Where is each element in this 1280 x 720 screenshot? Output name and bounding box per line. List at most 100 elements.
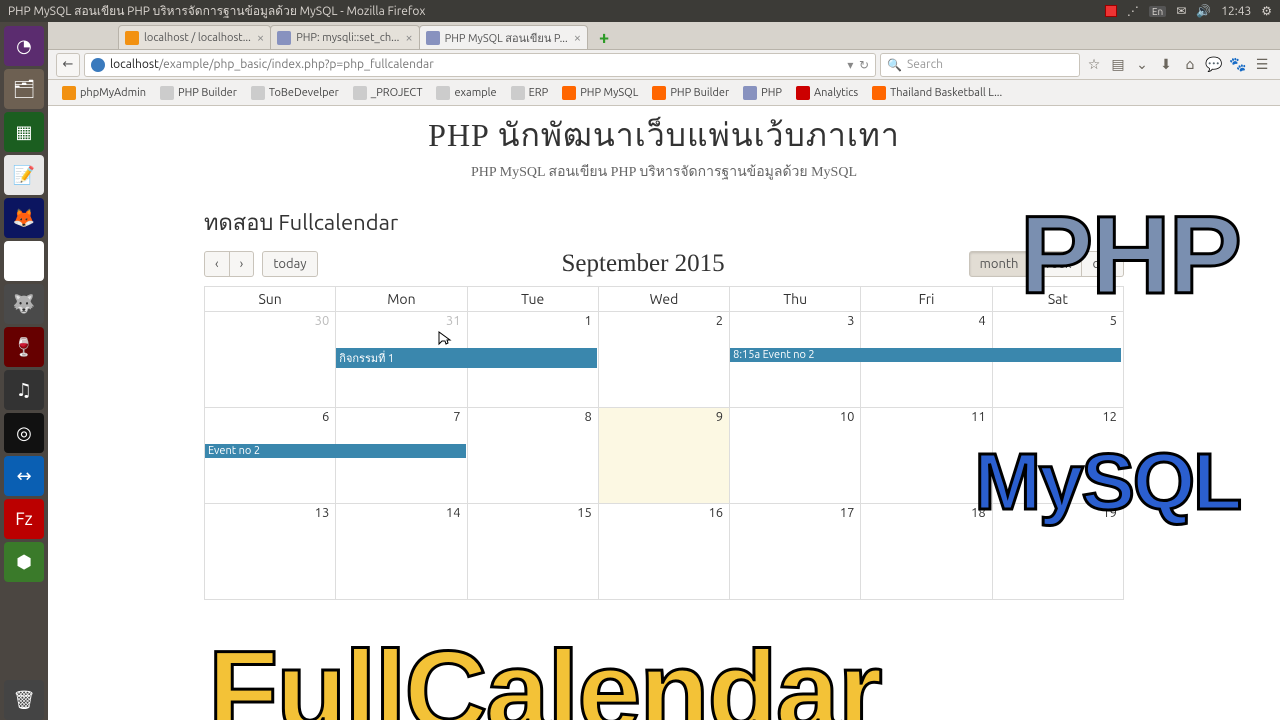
browser-tab[interactable]: PHP: mysqli::set_ch...×	[270, 25, 419, 49]
reader-icon[interactable]: ▤	[1108, 55, 1128, 75]
toolbar: ← localhost/example/php_basic/index.php?…	[48, 50, 1280, 80]
calendar-cell[interactable]: 6Event no 2	[205, 408, 336, 504]
close-tab-icon[interactable]: ×	[574, 31, 581, 45]
search-box[interactable]: 🔍 Search	[880, 53, 1080, 77]
calendar-cell[interactable]: 30	[205, 312, 336, 408]
bookmark-item[interactable]: PHP Builder	[646, 84, 735, 102]
chrome-icon[interactable]: ◉	[4, 241, 44, 281]
record-icon[interactable]	[1105, 5, 1117, 17]
gimp-icon[interactable]: 🐺	[4, 284, 44, 324]
page-banner: PHP นักพัฒนาเว็บแพ่นเว้บภาเทา PHP MySQL …	[204, 106, 1124, 191]
back-button[interactable]: ←	[56, 53, 80, 77]
calendar-cell[interactable]: 19	[992, 504, 1123, 600]
calendar-cell[interactable]: 8	[467, 408, 598, 504]
calendar-event[interactable]: Event no 2	[205, 444, 466, 458]
spreadsheet-icon[interactable]: ▦	[4, 112, 44, 152]
tab-strip: localhost / localhost...×PHP: mysqli::se…	[48, 22, 1280, 50]
unity-launcher: ◔ 🗂 ▦ 📝 🦊 ◉ 🐺 🍷 ♫ ◎ ↔ Fz ⬢ 🗑	[0, 22, 48, 720]
system-menubar: PHP MySQL สอนเขียน PHP บริหารจัดการฐานข้…	[0, 0, 1280, 22]
browser-tab[interactable]: localhost / localhost...×	[118, 25, 271, 49]
bookmark-item[interactable]: phpMyAdmin	[56, 84, 152, 102]
firefox-icon[interactable]: 🦊	[4, 198, 44, 238]
pocket-icon[interactable]: ⌄	[1132, 55, 1152, 75]
filezilla-icon[interactable]: Fz	[4, 499, 44, 539]
calendar-cell[interactable]: 15	[467, 504, 598, 600]
calendar-cell[interactable]: 17	[730, 504, 861, 600]
url-bar[interactable]: localhost/example/php_basic/index.php?p=…	[84, 53, 876, 77]
teamviewer-icon[interactable]: ↔	[4, 456, 44, 496]
next-button[interactable]: ›	[230, 251, 255, 277]
close-tab-icon[interactable]: ×	[257, 31, 264, 45]
calendar-day-header: Wed	[598, 287, 729, 312]
calendar-day-header: Mon	[336, 287, 467, 312]
downloads-icon[interactable]: ⬇	[1156, 55, 1176, 75]
rings-icon[interactable]: ◎	[4, 413, 44, 453]
browser-window: localhost / localhost...×PHP: mysqli::se…	[48, 22, 1280, 720]
calendar-cell[interactable]: 31กิจกรรมที่ 1	[336, 312, 467, 408]
calendar-cell[interactable]: 13	[205, 504, 336, 600]
devtool-icon[interactable]: ⬢	[4, 542, 44, 582]
calendar-toolbar: ‹ › today September 2015 month week day	[204, 250, 1124, 278]
files-icon[interactable]: 🗂	[4, 69, 44, 109]
dash-icon[interactable]: ◔	[4, 26, 44, 66]
close-tab-icon[interactable]: ×	[405, 31, 412, 45]
bookmark-item[interactable]: PHP Builder	[154, 84, 243, 102]
view-day-button[interactable]: day	[1082, 251, 1124, 277]
wine-icon[interactable]: 🍷	[4, 327, 44, 367]
prev-button[interactable]: ‹	[204, 251, 230, 277]
keyboard-layout[interactable]: En	[1149, 6, 1166, 17]
bookmark-item[interactable]: _PROJECT	[347, 84, 429, 102]
view-week-button[interactable]: week	[1029, 251, 1082, 277]
calendar-cell[interactable]: 16	[598, 504, 729, 600]
bookmark-item[interactable]: PHP	[737, 84, 788, 102]
calendar-grid[interactable]: SunMonTueWedThuFriSat 3031กิจกรรมที่ 1 12…	[204, 286, 1124, 600]
gear-icon[interactable]: ⚙	[1261, 4, 1272, 18]
calendar-event[interactable]: กิจกรรมที่ 1	[336, 348, 597, 368]
bookmark-item[interactable]: ToBeDevelper	[245, 84, 345, 102]
calendar-day-header: Tue	[467, 287, 598, 312]
calendar-cell[interactable]: 11	[861, 408, 992, 504]
audio-icon[interactable]: ♫	[4, 370, 44, 410]
chat-icon[interactable]: 💬	[1204, 55, 1224, 75]
system-indicators: ⋰ En ✉ 🔊 12:43 ⚙	[1105, 4, 1272, 18]
calendar-cell[interactable]: 38:15a Event no 2	[730, 312, 861, 408]
trash-icon[interactable]: 🗑	[4, 680, 44, 720]
bookmark-item[interactable]: ERP	[505, 84, 555, 102]
clock[interactable]: 12:43	[1221, 5, 1251, 18]
calendar-cell[interactable]: 14	[336, 504, 467, 600]
bookmark-item[interactable]: PHP MySQL	[556, 84, 644, 102]
search-icon: 🔍	[887, 58, 902, 72]
calendar-day-header: Thu	[730, 287, 861, 312]
volume-icon[interactable]: 🔊	[1196, 4, 1211, 18]
overlay-fullcalendar: FullCalendar	[208, 626, 881, 720]
new-tab-button[interactable]: +	[593, 27, 615, 49]
calendar-cell[interactable]: 2	[598, 312, 729, 408]
window-title: PHP MySQL สอนเขียน PHP บริหารจัดการฐานข้…	[8, 2, 1105, 21]
bookmark-item[interactable]: Thailand Basketball L...	[866, 84, 1008, 102]
bookmark-item[interactable]: example	[430, 84, 502, 102]
bookmark-item[interactable]: Analytics	[790, 84, 864, 102]
wifi-icon[interactable]: ⋰	[1127, 4, 1139, 18]
calendar-day-header: Sun	[205, 287, 336, 312]
addon-icon[interactable]: 🐾	[1228, 55, 1248, 75]
calendar-cell[interactable]: 10	[730, 408, 861, 504]
bookmarks-bar: phpMyAdminPHP BuilderToBeDevelper_PROJEC…	[48, 80, 1280, 106]
home-icon[interactable]: ⌂	[1180, 55, 1200, 75]
calendar-cell[interactable]: 18	[861, 504, 992, 600]
calendar-day-header: Fri	[861, 287, 992, 312]
site-identity-icon	[91, 58, 105, 72]
calendar-event[interactable]: 8:15a Event no 2	[730, 348, 1121, 362]
calendar-day-header: Sat	[992, 287, 1123, 312]
view-month-button[interactable]: month	[969, 251, 1030, 277]
page-content: PHP นักพัฒนาเว็บแพ่นเว้บภาเทา PHP MySQL …	[48, 106, 1280, 720]
calendar-cell[interactable]: 12	[992, 408, 1123, 504]
calendar-cell[interactable]: 9	[598, 408, 729, 504]
today-button[interactable]: today	[262, 251, 317, 277]
browser-tab[interactable]: PHP MySQL สอนเขียน P...×	[419, 25, 588, 49]
menu-icon[interactable]: ☰	[1252, 55, 1272, 75]
page-title: ทดสอบ Fullcalendar	[204, 205, 1124, 240]
mail-icon[interactable]: ✉	[1176, 4, 1186, 18]
calendar-month-label: September 2015	[318, 250, 969, 278]
bookmark-star-icon[interactable]: ☆	[1084, 55, 1104, 75]
editor-icon[interactable]: 📝	[4, 155, 44, 195]
